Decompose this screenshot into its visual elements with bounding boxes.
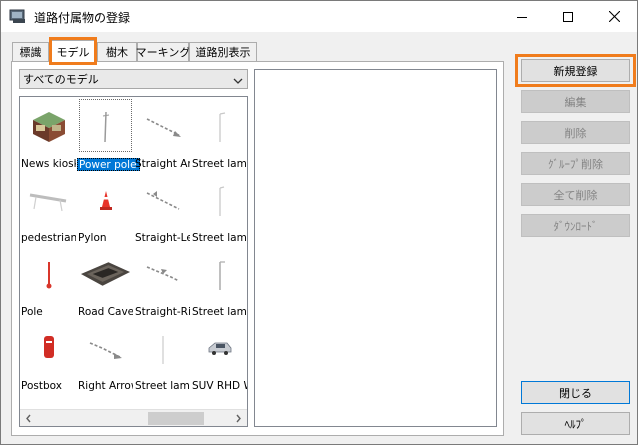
pylon-thumbnail [79,173,132,226]
model-item-suv-rhd[interactable]: SUV RHD W [191,319,247,393]
maximize-button[interactable] [545,1,591,32]
straight-right-arrow-thumbnail [136,247,189,300]
model-item-label: Right Arrow [78,380,133,392]
postbox-thumbnail [22,321,75,374]
news-kiosk-thumbnail [22,99,75,152]
model-item-label: Street lamp [192,306,247,318]
pole-thumbnail [22,247,75,300]
model-item-label: Street lamp [192,158,247,170]
minimize-button[interactable] [499,1,545,32]
tab-markings[interactable]: マーキング [135,42,191,61]
scroll-right-icon[interactable] [230,410,247,426]
model-item-news-kiosk[interactable]: News kiosk [20,97,76,171]
scrollbar-thumb[interactable] [148,412,204,425]
tab-label: 道路別表示 [195,46,251,59]
model-preview-panel [254,69,497,427]
button-label: 新規登録 [553,64,598,78]
model-item-label: Road Cave [78,306,133,318]
tab-label: 標識 [19,46,42,59]
close-button[interactable]: 閉じる [521,381,630,404]
button-label: ﾍﾙﾌﾟ [564,417,587,431]
model-item-straight-arrow[interactable]: Straight Arr [134,97,190,171]
straight-arrow-thumbnail [136,99,189,152]
suv-thumbnail [193,321,246,374]
model-item-label: Power pole [77,158,140,171]
model-item-label: Street lamp [135,380,190,392]
edit-button[interactable]: 編集 [521,90,630,113]
model-item-right-arrow[interactable]: Right Arrow [77,319,133,393]
power-pole-thumbnail [79,99,132,152]
close-window-button[interactable] [591,1,637,32]
help-button[interactable]: ﾍﾙﾌﾟ [521,412,630,435]
model-filter-select[interactable]: すべてのモデル [19,69,248,89]
model-item-label: Pylon [78,232,107,244]
model-item-pedestrian[interactable]: pedestrian [20,171,76,245]
delete-all-button[interactable]: 全て削除 [521,183,630,206]
button-label: ｸﾞﾙｰﾌﾟ削除 [548,157,603,171]
tab-trees[interactable]: 樹木 [97,42,137,61]
road-cave-thumbnail [79,247,132,300]
new-register-button[interactable]: 新規登録 [521,59,630,82]
window-title: 道路付属物の登録 [34,11,131,25]
tab-label: マーキング [135,46,191,59]
street-lamp-thumbnail [193,247,246,300]
button-label: 編集 [564,95,587,109]
scroll-left-icon[interactable] [20,410,37,426]
model-item-label: Straight Arr [135,158,190,170]
button-label: 閉じる [559,386,592,400]
model-filter-value: すべてのモデル [23,73,99,86]
model-item-label: pedestrian [21,232,76,244]
chevron-down-icon [233,75,243,88]
street-lamp-thumbnail [136,321,189,374]
delete-button[interactable]: 削除 [521,121,630,144]
tab-road-display[interactable]: 道路別表示 [189,42,257,61]
right-arrow-thumbnail [79,321,132,374]
model-list[interactable]: News kiosk Power pole Straight Arr Stree… [19,96,248,427]
straight-left-arrow-thumbnail [136,173,189,226]
model-item-pole[interactable]: Pole [20,245,76,319]
dialog-window: 道路付属物の登録 標識 モデル 樹木 マーキング 道路別表示 すべてのモデル N… [0,0,638,445]
model-item-label: SUV RHD W [192,380,247,392]
street-lamp-thumbnail [193,173,246,226]
horizontal-scrollbar[interactable] [20,409,247,426]
tab-highlight [49,37,97,65]
model-item-street-lamp-1[interactable]: Street lamp [191,97,247,171]
group-delete-button[interactable]: ｸﾞﾙｰﾌﾟ削除 [521,152,630,175]
title-bar[interactable]: 道路付属物の登録 [1,1,637,32]
model-item-power-pole[interactable]: Power pole [77,97,140,171]
button-label: ﾀﾞｳﾝﾛｰﾄﾞ [553,219,598,233]
model-item-straight-left[interactable]: Straight-Le [134,171,190,245]
model-item-label: Postbox [21,380,62,392]
tab-signs[interactable]: 標識 [12,42,49,61]
model-item-label: Street lamp [192,232,247,244]
model-item-label: News kiosk [21,158,76,170]
model-item-road-cave[interactable]: Road Cave [77,245,133,319]
model-item-label: Straight-Le [135,232,190,244]
model-item-pylon[interactable]: Pylon [77,171,133,245]
street-lamp-thumbnail [193,99,246,152]
model-item-postbox[interactable]: Postbox [20,319,76,393]
app-icon [9,8,27,24]
model-item-straight-right[interactable]: Straight-Ri [134,245,190,319]
download-button[interactable]: ﾀﾞｳﾝﾛｰﾄﾞ [521,214,630,237]
model-item-street-lamp-3[interactable]: Street lamp [191,245,247,319]
button-label: 全て削除 [553,188,598,202]
model-item-street-lamp-4[interactable]: Street lamp [134,319,190,393]
model-item-street-lamp-2[interactable]: Street lamp [191,171,247,245]
pedestrian-bridge-thumbnail [22,173,75,226]
model-item-label: Straight-Ri [135,306,190,318]
model-item-label: Pole [21,306,43,318]
tab-label: 樹木 [106,46,128,59]
button-label: 削除 [564,126,587,140]
